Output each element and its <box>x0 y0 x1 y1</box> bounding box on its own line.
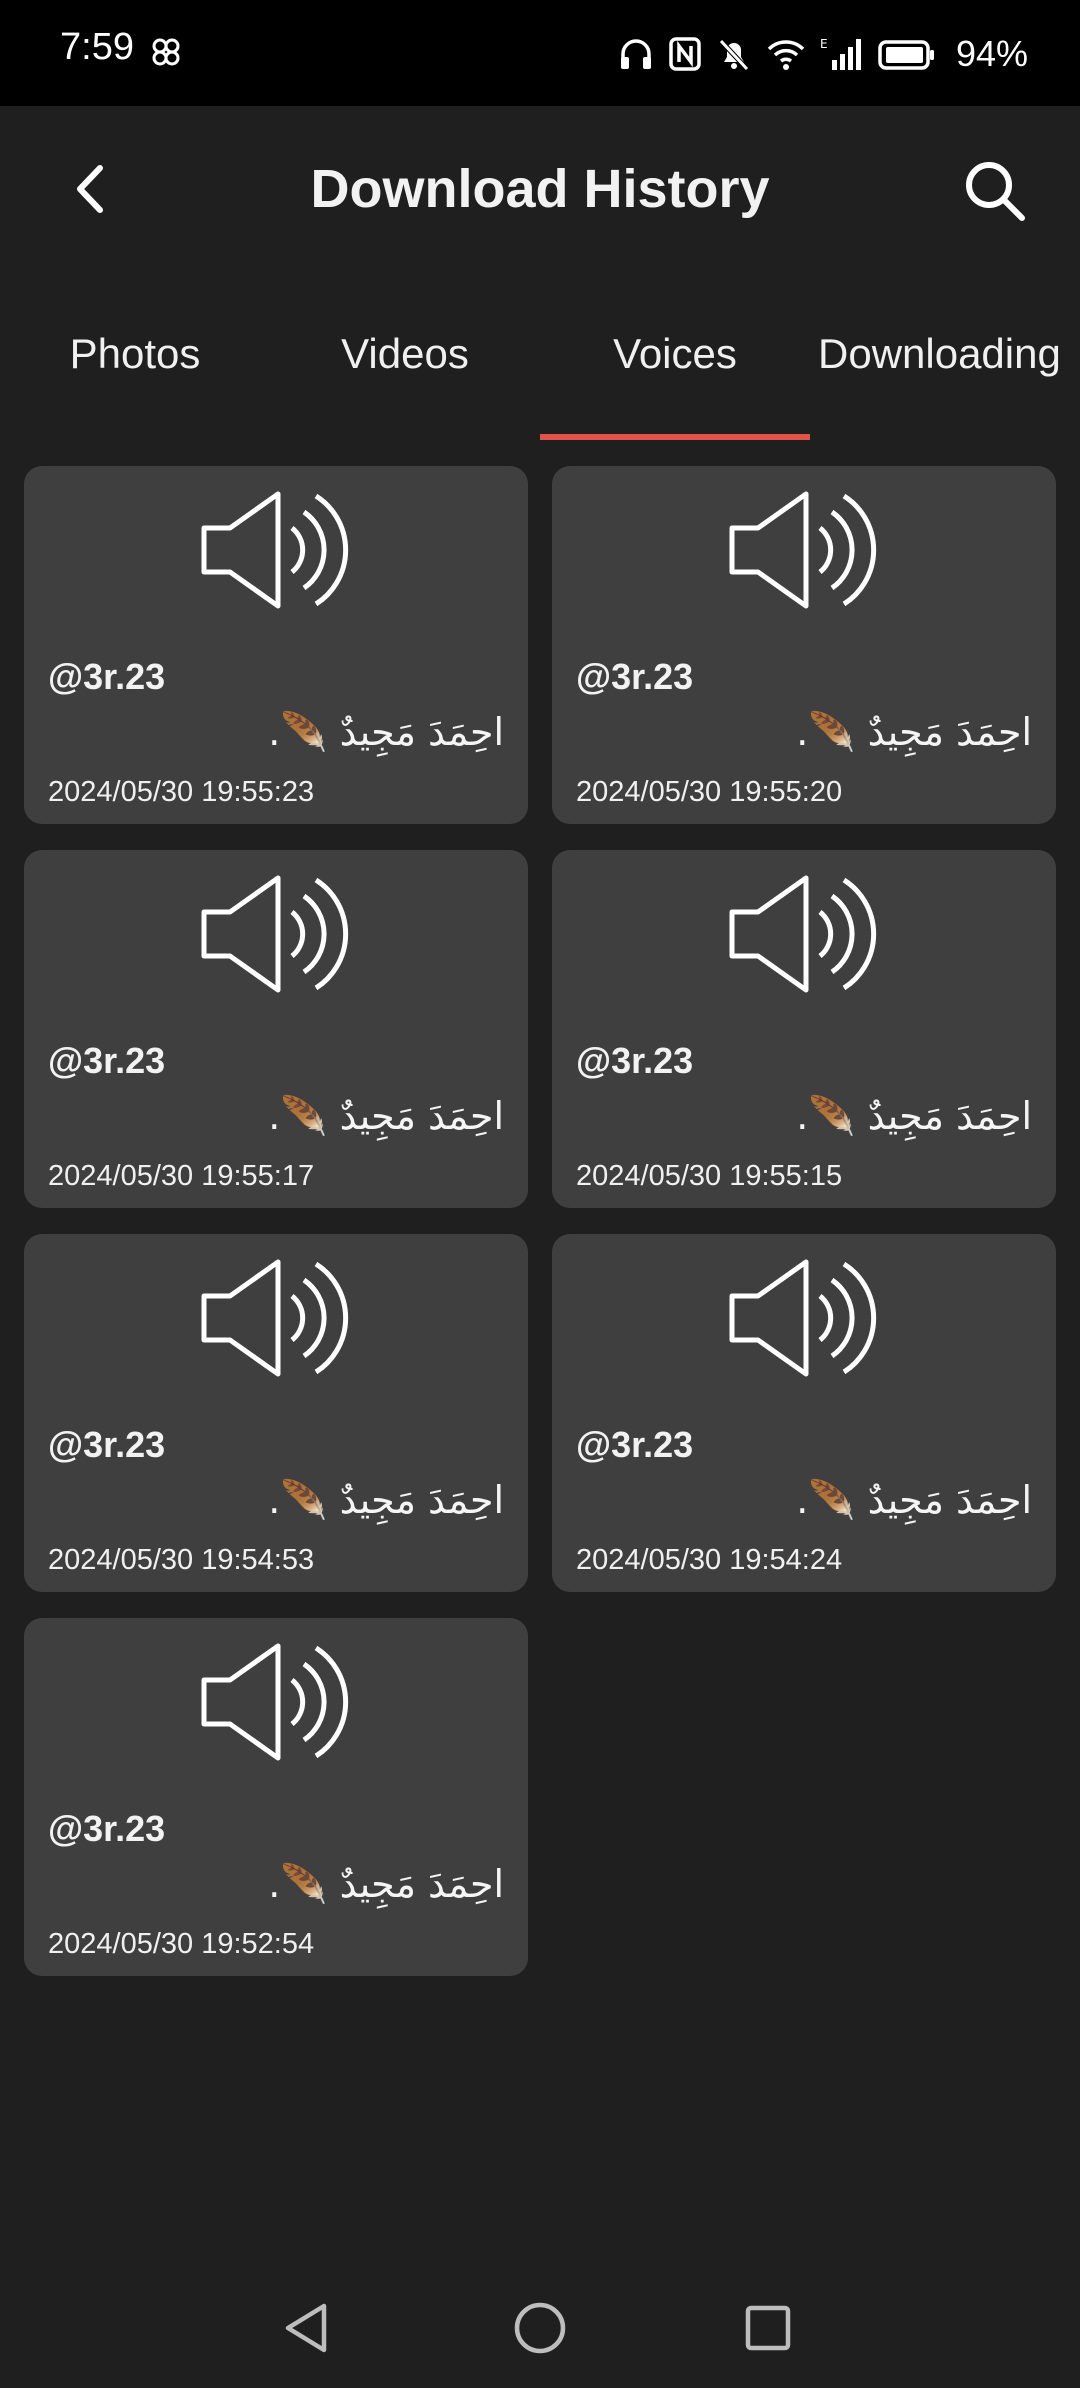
headphones-icon <box>620 39 651 69</box>
search-icon[interactable] <box>960 156 1030 226</box>
nav-recents-icon[interactable] <box>732 2292 804 2364</box>
status-time: 7:59 <box>60 26 134 68</box>
nav-back-icon[interactable] <box>272 2292 344 2364</box>
voice-card[interactable]: @3r.23 احِمَدَ مَجِيدٌ 🪶. 2024/05/30 19:… <box>24 850 528 1208</box>
tab-voices[interactable]: Voices <box>540 330 810 378</box>
bell-muted-icon <box>719 39 749 71</box>
tab-downloading[interactable]: Downloading <box>810 330 1080 378</box>
speaker-icon <box>201 491 349 609</box>
card-date: 2024/05/30 19:55:23 <box>48 776 315 808</box>
card-handle: @3r.23 <box>48 1808 166 1849</box>
nfc-icon <box>669 37 701 71</box>
card-handle: @3r.23 <box>48 1424 166 1465</box>
active-tab-indicator <box>540 434 810 440</box>
tab-photos[interactable]: Photos <box>0 330 270 378</box>
tab-bar: Photos Videos Voices Downloading <box>0 298 1080 442</box>
card-handle: @3r.23 <box>576 656 694 697</box>
card-date: 2024/05/30 19:55:17 <box>48 1160 315 1192</box>
status-bar: 7:59 E 94% <box>0 0 1080 106</box>
voice-card[interactable]: @3r.23 احِمَدَ مَجِيدٌ 🪶. 2024/05/30 19:… <box>24 466 528 824</box>
speaker-icon <box>729 875 877 993</box>
tab-videos[interactable]: Videos <box>270 330 540 378</box>
card-handle: @3r.23 <box>48 1040 166 1081</box>
speaker-icon <box>201 1643 349 1761</box>
wifi-icon <box>767 40 805 70</box>
voice-card[interactable]: @3r.23 احِمَدَ مَجِيدٌ 🪶. 2024/05/30 19:… <box>552 466 1056 824</box>
card-date: 2024/05/30 19:52:54 <box>48 1928 315 1960</box>
system-nav-bar <box>0 2270 1080 2388</box>
card-author-name: احِمَدَ مَجِيدٌ 🪶. <box>268 710 504 754</box>
page-title: Download History <box>310 159 770 219</box>
speaker-icon <box>201 875 349 993</box>
cellular-signal-icon: E <box>820 37 861 70</box>
card-author-name: احِمَدَ مَجِيدٌ 🪶. <box>268 1094 504 1138</box>
app-notification-icon <box>152 38 180 66</box>
battery-icon <box>878 40 934 70</box>
speaker-icon <box>729 1259 877 1377</box>
card-author-name: احِمَدَ مَجِيدٌ 🪶. <box>268 1478 504 1522</box>
card-date: 2024/05/30 19:55:20 <box>576 776 843 808</box>
voice-card[interactable]: @3r.23 احِمَدَ مَجِيدٌ 🪶. 2024/05/30 19:… <box>552 850 1056 1208</box>
card-author-name: احِمَدَ مَجِيدٌ 🪶. <box>796 1478 1032 1522</box>
voice-card[interactable]: @3r.23 احِمَدَ مَجِيدٌ 🪶. 2024/05/30 19:… <box>24 1618 528 1976</box>
voice-card[interactable]: @3r.23 احِمَدَ مَجِيدٌ 🪶. 2024/05/30 19:… <box>552 1234 1056 1592</box>
app-bar: Download History <box>0 106 1080 278</box>
card-author-name: احِمَدَ مَجِيدٌ 🪶. <box>268 1862 504 1906</box>
card-handle: @3r.23 <box>48 656 166 697</box>
card-date: 2024/05/30 19:54:53 <box>48 1544 315 1576</box>
svg-text:E: E <box>820 37 828 51</box>
card-handle: @3r.23 <box>576 1424 694 1465</box>
speaker-icon <box>729 491 877 609</box>
nav-home-icon[interactable] <box>504 2292 576 2364</box>
card-date: 2024/05/30 19:54:24 <box>576 1544 843 1576</box>
card-date: 2024/05/30 19:55:15 <box>576 1160 843 1192</box>
speaker-icon <box>201 1259 349 1377</box>
status-icons: E 94% <box>618 26 1028 82</box>
card-author-name: احِمَدَ مَجِيدٌ 🪶. <box>796 710 1032 754</box>
voice-card[interactable]: @3r.23 احِمَدَ مَجِيدٌ 🪶. 2024/05/30 19:… <box>24 1234 528 1592</box>
battery-percentage: 94% <box>955 33 1028 74</box>
card-handle: @3r.23 <box>576 1040 694 1081</box>
card-author-name: احِمَدَ مَجِيدٌ 🪶. <box>796 1094 1032 1138</box>
